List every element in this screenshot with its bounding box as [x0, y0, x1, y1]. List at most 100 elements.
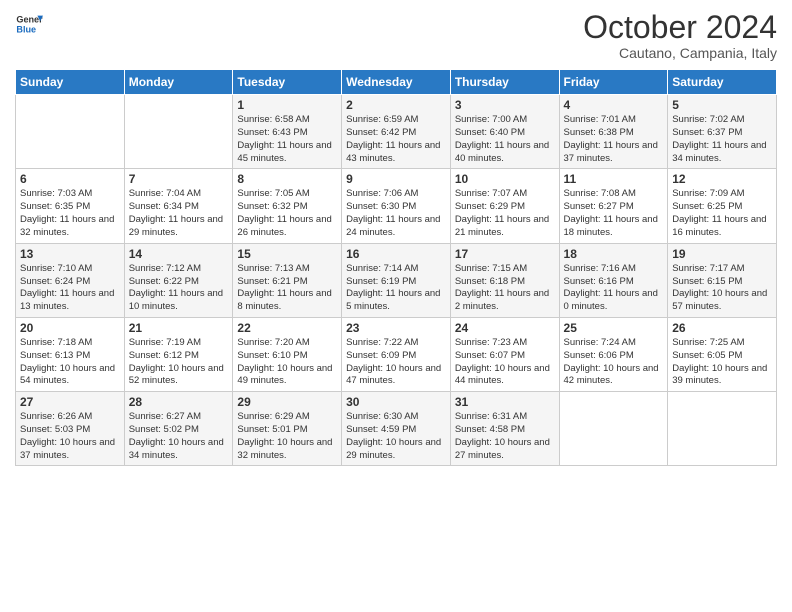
- col-thursday: Thursday: [450, 70, 559, 95]
- day-info: Sunrise: 6:30 AMSunset: 4:59 PMDaylight:…: [346, 411, 446, 462]
- day-cell: 30 Sunrise: 6:30 AMSunset: 4:59 PMDayligh…: [342, 392, 451, 466]
- day-number: 21: [129, 321, 229, 335]
- day-cell: 23Sunrise: 7:22 AMSunset: 6:09 PMDayligh…: [342, 317, 451, 391]
- day-cell: 18Sunrise: 7:16 AMSunset: 6:16 PMDayligh…: [559, 243, 668, 317]
- day-cell: 1Sunrise: 6:58 AMSunset: 6:43 PMDaylight…: [233, 95, 342, 169]
- day-info: Sunrise: 7:15 AMSunset: 6:18 PMDaylight:…: [455, 263, 555, 314]
- day-number: 17: [455, 247, 555, 261]
- day-cell: 24 Sunrise: 7:23 AMSunset: 6:07 PMDayligh…: [450, 317, 559, 391]
- title-block: October 2024 Cautano, Campania, Italy: [583, 10, 777, 61]
- day-cell: 4 Sunrise: 7:01 AMSunset: 6:38 PMDaylight…: [559, 95, 668, 169]
- day-info: Sunrise: 7:08 AMSunset: 6:27 PMDaylight:…: [564, 188, 664, 239]
- day-info: Sunrise: 7:09 AMSunset: 6:25 PMDaylight:…: [672, 188, 772, 239]
- logo-icon: General Blue: [15, 10, 43, 38]
- day-number: 31: [455, 395, 555, 409]
- day-info: Sunrise: 7:23 AMSunset: 6:07 PMDaylight:…: [455, 337, 555, 388]
- day-info: Sunrise: 7:01 AMSunset: 6:38 PMDaylight:…: [564, 114, 664, 165]
- day-cell: 6Sunrise: 7:03 AMSunset: 6:35 PMDaylight…: [16, 169, 125, 243]
- svg-text:Blue: Blue: [16, 24, 36, 34]
- calendar-table: Sunday Monday Tuesday Wednesday Thursday…: [15, 69, 777, 466]
- day-number: 3: [455, 98, 555, 112]
- day-cell: 22Sunrise: 7:20 AMSunset: 6:10 PMDayligh…: [233, 317, 342, 391]
- day-info: Sunrise: 7:07 AMSunset: 6:29 PMDaylight:…: [455, 188, 555, 239]
- day-cell: 31 Sunrise: 6:31 AMSunset: 4:58 PMDayligh…: [450, 392, 559, 466]
- day-info: Sunrise: 6:27 AMSunset: 5:02 PMDaylight:…: [129, 411, 229, 462]
- day-info: Sunrise: 7:10 AMSunset: 6:24 PMDaylight:…: [20, 263, 120, 314]
- day-number: 28: [129, 395, 229, 409]
- day-number: 30: [346, 395, 446, 409]
- day-cell: [668, 392, 777, 466]
- week-row-3: 13 Sunrise: 7:10 AMSunset: 6:24 PMDayligh…: [16, 243, 777, 317]
- col-sunday: Sunday: [16, 70, 125, 95]
- day-number: 9: [346, 172, 446, 186]
- day-cell: 3 Sunrise: 7:00 AMSunset: 6:40 PMDaylight…: [450, 95, 559, 169]
- day-info: Sunrise: 6:59 AMSunset: 6:42 PMDaylight:…: [346, 114, 446, 165]
- col-wednesday: Wednesday: [342, 70, 451, 95]
- day-info: Sunrise: 7:19 AMSunset: 6:12 PMDaylight:…: [129, 337, 229, 388]
- week-row-1: 1Sunrise: 6:58 AMSunset: 6:43 PMDaylight…: [16, 95, 777, 169]
- day-number: 22: [237, 321, 337, 335]
- day-number: 13: [20, 247, 120, 261]
- day-info: Sunrise: 7:05 AMSunset: 6:32 PMDaylight:…: [237, 188, 337, 239]
- day-number: 29: [237, 395, 337, 409]
- day-cell: [16, 95, 125, 169]
- day-number: 23: [346, 321, 446, 335]
- day-number: 20: [20, 321, 120, 335]
- day-cell: 26 Sunrise: 7:25 AMSunset: 6:05 PMDayligh…: [668, 317, 777, 391]
- day-cell: 5Sunrise: 7:02 AMSunset: 6:37 PMDaylight…: [668, 95, 777, 169]
- day-info: Sunrise: 7:04 AMSunset: 6:34 PMDaylight:…: [129, 188, 229, 239]
- day-info: Sunrise: 7:14 AMSunset: 6:19 PMDaylight:…: [346, 263, 446, 314]
- day-cell: 8Sunrise: 7:05 AMSunset: 6:32 PMDaylight…: [233, 169, 342, 243]
- day-number: 14: [129, 247, 229, 261]
- day-number: 5: [672, 98, 772, 112]
- day-cell: 14Sunrise: 7:12 AMSunset: 6:22 PMDayligh…: [124, 243, 233, 317]
- day-info: Sunrise: 6:58 AMSunset: 6:43 PMDaylight:…: [237, 114, 337, 165]
- day-cell: 17 Sunrise: 7:15 AMSunset: 6:18 PMDayligh…: [450, 243, 559, 317]
- day-number: 2: [346, 98, 446, 112]
- day-number: 10: [455, 172, 555, 186]
- day-info: Sunrise: 7:17 AMSunset: 6:15 PMDaylight:…: [672, 263, 772, 314]
- day-number: 6: [20, 172, 120, 186]
- day-number: 25: [564, 321, 664, 335]
- day-cell: 13 Sunrise: 7:10 AMSunset: 6:24 PMDayligh…: [16, 243, 125, 317]
- day-cell: 2 Sunrise: 6:59 AMSunset: 6:42 PMDaylight…: [342, 95, 451, 169]
- header: General Blue October 2024 Cautano, Campa…: [15, 10, 777, 61]
- day-number: 15: [237, 247, 337, 261]
- day-cell: 11Sunrise: 7:08 AMSunset: 6:27 PMDayligh…: [559, 169, 668, 243]
- header-row: Sunday Monday Tuesday Wednesday Thursday…: [16, 70, 777, 95]
- day-info: Sunrise: 6:29 AMSunset: 5:01 PMDaylight:…: [237, 411, 337, 462]
- logo: General Blue: [15, 10, 43, 38]
- week-row-4: 20 Sunrise: 7:18 AMSunset: 6:13 PMDayligh…: [16, 317, 777, 391]
- day-info: Sunrise: 7:06 AMSunset: 6:30 PMDaylight:…: [346, 188, 446, 239]
- day-cell: 21 Sunrise: 7:19 AMSunset: 6:12 PMDayligh…: [124, 317, 233, 391]
- day-number: 7: [129, 172, 229, 186]
- day-info: Sunrise: 7:00 AMSunset: 6:40 PMDaylight:…: [455, 114, 555, 165]
- day-info: Sunrise: 7:13 AMSunset: 6:21 PMDaylight:…: [237, 263, 337, 314]
- day-cell: 16Sunrise: 7:14 AMSunset: 6:19 PMDayligh…: [342, 243, 451, 317]
- day-cell: 9 Sunrise: 7:06 AMSunset: 6:30 PMDaylight…: [342, 169, 451, 243]
- day-cell: 20 Sunrise: 7:18 AMSunset: 6:13 PMDayligh…: [16, 317, 125, 391]
- day-cell: 29 Sunrise: 6:29 AMSunset: 5:01 PMDayligh…: [233, 392, 342, 466]
- day-number: 24: [455, 321, 555, 335]
- day-number: 4: [564, 98, 664, 112]
- subtitle: Cautano, Campania, Italy: [583, 45, 777, 61]
- day-cell: 19Sunrise: 7:17 AMSunset: 6:15 PMDayligh…: [668, 243, 777, 317]
- day-cell: 28 Sunrise: 6:27 AMSunset: 5:02 PMDayligh…: [124, 392, 233, 466]
- day-cell: [124, 95, 233, 169]
- month-title: October 2024: [583, 10, 777, 45]
- day-cell: [559, 392, 668, 466]
- day-info: Sunrise: 6:31 AMSunset: 4:58 PMDaylight:…: [455, 411, 555, 462]
- day-info: Sunrise: 7:18 AMSunset: 6:13 PMDaylight:…: [20, 337, 120, 388]
- day-number: 12: [672, 172, 772, 186]
- page: General Blue October 2024 Cautano, Campa…: [0, 0, 792, 612]
- week-row-2: 6Sunrise: 7:03 AMSunset: 6:35 PMDaylight…: [16, 169, 777, 243]
- col-tuesday: Tuesday: [233, 70, 342, 95]
- col-friday: Friday: [559, 70, 668, 95]
- day-info: Sunrise: 7:25 AMSunset: 6:05 PMDaylight:…: [672, 337, 772, 388]
- week-row-5: 27Sunrise: 6:26 AMSunset: 5:03 PMDayligh…: [16, 392, 777, 466]
- day-cell: 27Sunrise: 6:26 AMSunset: 5:03 PMDayligh…: [16, 392, 125, 466]
- day-number: 26: [672, 321, 772, 335]
- day-info: Sunrise: 7:24 AMSunset: 6:06 PMDaylight:…: [564, 337, 664, 388]
- day-cell: 25 Sunrise: 7:24 AMSunset: 6:06 PMDayligh…: [559, 317, 668, 391]
- day-info: Sunrise: 6:26 AMSunset: 5:03 PMDaylight:…: [20, 411, 120, 462]
